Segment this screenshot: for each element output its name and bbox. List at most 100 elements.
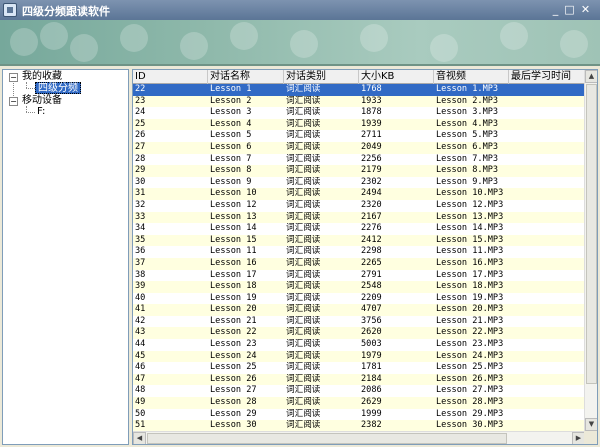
close-icon[interactable]: ✕ bbox=[579, 3, 592, 16]
scroll-up-icon[interactable]: ▲ bbox=[585, 70, 597, 83]
cell-category: 词汇阅读 bbox=[286, 350, 321, 361]
table-row[interactable]: 42 Lesson 21 词汇阅读 3756 Lesson 21.MP3 bbox=[133, 315, 585, 328]
vertical-scroll-thumb[interactable] bbox=[586, 84, 597, 384]
cell-category: 词汇阅读 bbox=[286, 292, 321, 303]
table-row[interactable]: 34 Lesson 14 词汇阅读 2276 Lesson 14.MP3 bbox=[133, 223, 585, 235]
cell-last-studied bbox=[509, 130, 585, 142]
column-header-last-studied[interactable]: 最后学习时间 bbox=[509, 70, 585, 84]
table-row[interactable]: 40 Lesson 19 词汇阅读 2209 Lesson 19.MP3 bbox=[133, 292, 585, 305]
table-row[interactable]: 36 Lesson 11 词汇阅读 2298 Lesson 11.MP3 bbox=[133, 246, 585, 258]
cell-last-studied bbox=[509, 304, 585, 316]
tree-item-four-level[interactable]: 四级分频 bbox=[35, 82, 81, 94]
cell-id: 27 bbox=[135, 141, 146, 152]
cell-last-studied bbox=[509, 96, 585, 108]
table-row[interactable]: 37 Lesson 16 词汇阅读 2265 Lesson 16.MP3 bbox=[133, 257, 585, 270]
table-row[interactable]: 49 Lesson 28 词汇阅读 2629 Lesson 28.MP3 bbox=[133, 397, 585, 409]
cell-id: 35 bbox=[135, 234, 146, 245]
table-row[interactable]: 23 Lesson 2 词汇阅读 1933 Lesson 2.MP3 bbox=[133, 95, 585, 108]
cell-id: 38 bbox=[135, 269, 146, 280]
cell-name: Lesson 27 bbox=[210, 385, 257, 396]
column-header-category[interactable]: 对话类别 bbox=[284, 70, 359, 84]
cell-name: Lesson 12 bbox=[210, 199, 257, 210]
table-row[interactable]: 35 Lesson 15 词汇阅读 2412 Lesson 15.MP3 bbox=[133, 234, 585, 247]
table-row[interactable]: 41 Lesson 20 词汇阅读 4707 Lesson 20.MP3 bbox=[133, 304, 585, 316]
table-row[interactable]: 47 Lesson 26 词汇阅读 2184 Lesson 26.MP3 bbox=[133, 373, 585, 386]
minimize-icon[interactable]: _ bbox=[549, 3, 562, 16]
cell-last-studied bbox=[509, 84, 585, 96]
cell-media: Lesson 8.MP3 bbox=[436, 165, 499, 176]
column-header-size[interactable]: 大小KB bbox=[359, 70, 434, 84]
scroll-down-icon[interactable]: ▼ bbox=[585, 418, 597, 431]
cell-id: 41 bbox=[135, 304, 146, 315]
table-row[interactable]: 38 Lesson 17 词汇阅读 2791 Lesson 17.MP3 bbox=[133, 269, 585, 282]
cell-media: Lesson 16.MP3 bbox=[436, 257, 504, 268]
cell-last-studied bbox=[509, 107, 585, 119]
folder-tree[interactable]: − 我的收藏 四级分频 − 移动设备 F: bbox=[2, 69, 129, 445]
horizontal-scrollbar[interactable]: ◀ ▶ bbox=[133, 431, 585, 444]
table-row[interactable]: 22 Lesson 1 词汇阅读 1768 Lesson 1.MP3 bbox=[133, 84, 585, 96]
cell-name: Lesson 6 bbox=[210, 141, 252, 152]
clover-decoration bbox=[40, 22, 68, 50]
table-row[interactable]: 44 Lesson 23 词汇阅读 5003 Lesson 23.MP3 bbox=[133, 339, 585, 351]
cell-last-studied bbox=[509, 246, 585, 258]
cell-last-studied bbox=[509, 362, 585, 374]
table-row[interactable]: 26 Lesson 5 词汇阅读 2711 Lesson 5.MP3 bbox=[133, 130, 585, 142]
table-row[interactable]: 29 Lesson 8 词汇阅读 2179 Lesson 8.MP3 bbox=[133, 165, 585, 177]
cell-category: 词汇阅读 bbox=[286, 269, 321, 280]
title-bar[interactable]: 四级分频跟读软件 _ □ ✕ bbox=[0, 0, 600, 20]
cell-last-studied bbox=[509, 385, 585, 397]
cell-size: 2412 bbox=[361, 234, 382, 245]
cell-category: 词汇阅读 bbox=[286, 397, 321, 408]
table-row[interactable]: 39 Lesson 18 词汇阅读 2548 Lesson 18.MP3 bbox=[133, 281, 585, 293]
column-header-id[interactable]: ID bbox=[133, 70, 208, 84]
cell-last-studied bbox=[509, 316, 585, 328]
cell-media: Lesson 20.MP3 bbox=[436, 304, 504, 315]
window-title: 四级分频跟读软件 bbox=[22, 5, 110, 18]
scroll-left-icon[interactable]: ◀ bbox=[133, 432, 146, 444]
tree-item-drive-f[interactable]: F: bbox=[37, 106, 45, 118]
cell-name: Lesson 9 bbox=[210, 176, 252, 187]
cell-category: 词汇阅读 bbox=[286, 234, 321, 245]
tree-connector bbox=[26, 82, 27, 88]
cell-size: 2265 bbox=[361, 257, 382, 268]
cell-id: 43 bbox=[135, 327, 146, 338]
cell-last-studied bbox=[509, 119, 585, 131]
table-row[interactable]: 50 Lesson 29 词汇阅读 1999 Lesson 29.MP3 bbox=[133, 408, 585, 421]
table-row[interactable]: 32 Lesson 12 词汇阅读 2320 Lesson 12.MP3 bbox=[133, 199, 585, 212]
table-row[interactable]: 48 Lesson 27 词汇阅读 2086 Lesson 27.MP3 bbox=[133, 385, 585, 398]
table-row[interactable]: 28 Lesson 7 词汇阅读 2256 Lesson 7.MP3 bbox=[133, 153, 585, 166]
table-row[interactable]: 25 Lesson 4 词汇阅读 1939 Lesson 4.MP3 bbox=[133, 118, 585, 131]
table-row[interactable]: 43 Lesson 22 词汇阅读 2620 Lesson 22.MP3 bbox=[133, 327, 585, 340]
cell-media: Lesson 6.MP3 bbox=[436, 141, 499, 152]
table-row[interactable]: 45 Lesson 24 词汇阅读 1979 Lesson 24.MP3 bbox=[133, 350, 585, 363]
horizontal-scroll-thumb[interactable] bbox=[147, 433, 507, 444]
table-row[interactable]: 46 Lesson 25 词汇阅读 1781 Lesson 25.MP3 bbox=[133, 362, 585, 374]
cell-id: 44 bbox=[135, 339, 146, 350]
cell-name: Lesson 3 bbox=[210, 107, 252, 118]
column-header-name[interactable]: 对话名称 bbox=[208, 70, 284, 84]
table-row[interactable]: 31 Lesson 10 词汇阅读 2494 Lesson 10.MP3 bbox=[133, 188, 585, 200]
collapse-icon[interactable]: − bbox=[9, 97, 18, 106]
cell-id: 22 bbox=[135, 84, 146, 94]
cell-name: Lesson 24 bbox=[210, 350, 257, 361]
cell-id: 26 bbox=[135, 130, 146, 141]
table-row[interactable]: 33 Lesson 13 词汇阅读 2167 Lesson 13.MP3 bbox=[133, 211, 585, 224]
cell-last-studied bbox=[509, 351, 585, 363]
vertical-scrollbar[interactable]: ▲ ▼ bbox=[584, 70, 597, 431]
table-header: ID 对话名称 对话类别 大小KB 音视频 最后学习时间 bbox=[133, 70, 585, 84]
cell-size: 1933 bbox=[361, 95, 382, 106]
table-row[interactable]: 27 Lesson 6 词汇阅读 2049 Lesson 6.MP3 bbox=[133, 141, 585, 154]
table-row[interactable]: 24 Lesson 3 词汇阅读 1878 Lesson 3.MP3 bbox=[133, 107, 585, 119]
expand-minus-icon[interactable]: − bbox=[9, 73, 18, 82]
cell-last-studied bbox=[509, 154, 585, 166]
column-header-media[interactable]: 音视频 bbox=[434, 70, 509, 84]
cell-name: Lesson 10 bbox=[210, 188, 257, 199]
cell-size: 2302 bbox=[361, 176, 382, 187]
cell-last-studied bbox=[509, 212, 585, 224]
maximize-icon[interactable]: □ bbox=[563, 3, 576, 16]
table-row[interactable]: 30 Lesson 9 词汇阅读 2302 Lesson 9.MP3 bbox=[133, 176, 585, 189]
cell-name: Lesson 18 bbox=[210, 281, 257, 292]
cell-id: 30 bbox=[135, 176, 146, 187]
lesson-table[interactable]: ID 对话名称 对话类别 大小KB 音视频 最后学习时间 22 Lesson 1 词… bbox=[132, 69, 598, 445]
tree-connector bbox=[26, 88, 35, 89]
